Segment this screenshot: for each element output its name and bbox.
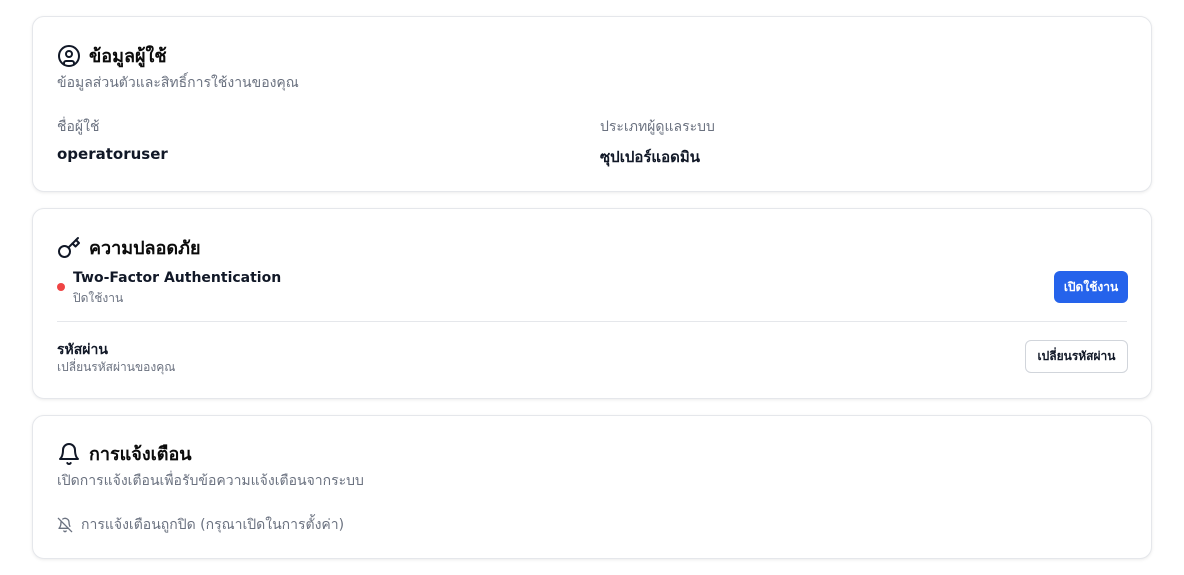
- two-factor-status-dot: [57, 283, 65, 291]
- bell-off-icon: [57, 517, 73, 533]
- security-card: ความปลอดภัย Two-Factor Authentication ปิ…: [32, 208, 1152, 399]
- settings-page: ข้อมูลผู้ใช้ ข้อมูลส่วนตัวและสิทธิ์การใช…: [0, 0, 1184, 575]
- two-factor-status: ปิดใช้งาน: [73, 291, 124, 305]
- notifications-description: เปิดการแจ้งเตือนเพื่อรับข้อความแจ้งเตือน…: [57, 473, 364, 489]
- user-info-heading: ข้อมูลผู้ใช้: [57, 41, 167, 70]
- bell-icon: [59, 442, 79, 465]
- notifications-title: การแจ้งเตือน: [89, 444, 192, 465]
- notifications-heading: การแจ้งเตือน: [57, 439, 192, 468]
- admin-type-value: ซุปเปอร์แอดมิน: [600, 148, 700, 166]
- admin-type-label: ประเภทผู้ดูแลระบบ: [600, 119, 715, 135]
- username-value: operatoruser: [57, 145, 168, 163]
- security-heading: ความปลอดภัย: [57, 233, 201, 262]
- user-info-title: ข้อมูลผู้ใช้: [89, 46, 167, 67]
- change-password-button[interactable]: เปลี่ยนรหัสผ่าน: [1025, 340, 1128, 373]
- two-factor-title: Two-Factor Authentication: [73, 270, 282, 286]
- security-title: ความปลอดภัย: [89, 238, 201, 259]
- user-circle-icon: [58, 44, 80, 67]
- user-info-description: ข้อมูลส่วนตัวและสิทธิ์การใช้งานของคุณ: [57, 75, 299, 91]
- key-icon: [58, 236, 80, 258]
- notifications-status-text: การแจ้งเตือนถูกปิด (กรุณาเปิดในการตั้งค่…: [81, 517, 345, 533]
- user-info-card: ข้อมูลผู้ใช้ ข้อมูลส่วนตัวและสิทธิ์การใช…: [32, 16, 1152, 192]
- password-description: เปลี่ยนรหัสผ่านของคุณ: [57, 360, 176, 374]
- enable-two-factor-button[interactable]: เปิดใช้งาน: [1054, 271, 1128, 303]
- notifications-card: การแจ้งเตือน เปิดการแจ้งเตือนเพื่อรับข้อ…: [32, 415, 1152, 559]
- notifications-status: การแจ้งเตือนถูกปิด (กรุณาเปิดในการตั้งค่…: [57, 514, 344, 536]
- username-label: ชื่อผู้ใช้: [57, 119, 100, 135]
- security-divider: [57, 321, 1127, 322]
